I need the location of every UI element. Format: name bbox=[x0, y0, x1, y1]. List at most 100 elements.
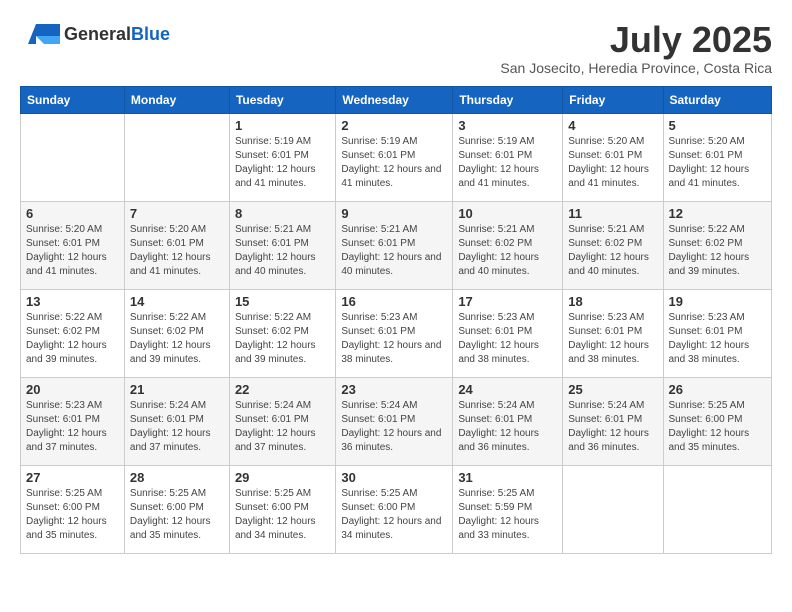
day-number: 28 bbox=[130, 470, 224, 485]
calendar-cell: 9 Sunrise: 5:21 AM Sunset: 6:01 PM Daylig… bbox=[336, 201, 453, 289]
calendar-cell: 7 Sunrise: 5:20 AM Sunset: 6:01 PM Daylig… bbox=[124, 201, 229, 289]
day-info: Sunrise: 5:21 AM Sunset: 6:01 PM Dayligh… bbox=[341, 223, 447, 279]
header-cell-saturday: Saturday bbox=[663, 86, 772, 113]
day-number: 20 bbox=[26, 382, 119, 397]
day-info: Sunrise: 5:23 AM Sunset: 6:01 PM Dayligh… bbox=[669, 311, 767, 367]
calendar-cell: 29 Sunrise: 5:25 AM Sunset: 6:00 PM Dayli… bbox=[229, 465, 335, 553]
day-info: Sunrise: 5:22 AM Sunset: 6:02 PM Dayligh… bbox=[235, 311, 330, 367]
day-number: 1 bbox=[235, 118, 330, 133]
day-number: 30 bbox=[341, 470, 447, 485]
calendar-cell: 24 Sunrise: 5:24 AM Sunset: 6:01 PM Dayli… bbox=[453, 377, 563, 465]
week-row-1: 6Sunrise: 5:20 AM Sunset: 6:01 PM Daylig… bbox=[21, 201, 772, 289]
day-number: 7 bbox=[130, 206, 224, 221]
day-number: 9 bbox=[341, 206, 447, 221]
day-number: 23 bbox=[341, 382, 447, 397]
calendar-table: SundayMondayTuesdayWednesdayThursdayFrid… bbox=[20, 86, 772, 554]
day-info: Sunrise: 5:23 AM Sunset: 6:01 PM Dayligh… bbox=[341, 311, 447, 367]
day-number: 19 bbox=[669, 294, 767, 309]
day-info: Sunrise: 5:24 AM Sunset: 6:01 PM Dayligh… bbox=[235, 399, 330, 455]
header-cell-wednesday: Wednesday bbox=[336, 86, 453, 113]
day-number: 27 bbox=[26, 470, 119, 485]
calendar-cell: 20 Sunrise: 5:23 AM Sunset: 6:01 PM Dayli… bbox=[21, 377, 125, 465]
calendar-cell: 14 Sunrise: 5:22 AM Sunset: 6:02 PM Dayli… bbox=[124, 289, 229, 377]
day-number: 17 bbox=[458, 294, 557, 309]
page-header: GeneralBlue July 2025 San Josecito, Here… bbox=[20, 20, 772, 76]
day-number: 16 bbox=[341, 294, 447, 309]
calendar-cell: 31 Sunrise: 5:25 AM Sunset: 5:59 PM Dayli… bbox=[453, 465, 563, 553]
day-info: Sunrise: 5:19 AM Sunset: 6:01 PM Dayligh… bbox=[458, 135, 557, 191]
title-block: July 2025 San Josecito, Heredia Province… bbox=[500, 20, 772, 76]
day-number: 15 bbox=[235, 294, 330, 309]
day-info: Sunrise: 5:20 AM Sunset: 6:01 PM Dayligh… bbox=[130, 223, 224, 279]
day-info: Sunrise: 5:25 AM Sunset: 5:59 PM Dayligh… bbox=[458, 487, 557, 543]
day-number: 8 bbox=[235, 206, 330, 221]
calendar-cell bbox=[21, 113, 125, 201]
calendar-cell: 12Sunrise: 5:22 AM Sunset: 6:02 PM Dayli… bbox=[663, 201, 772, 289]
day-info: Sunrise: 5:20 AM Sunset: 6:01 PM Dayligh… bbox=[669, 135, 767, 191]
day-info: Sunrise: 5:23 AM Sunset: 6:01 PM Dayligh… bbox=[568, 311, 657, 367]
day-number: 31 bbox=[458, 470, 557, 485]
day-info: Sunrise: 5:19 AM Sunset: 6:01 PM Dayligh… bbox=[341, 135, 447, 191]
header-cell-friday: Friday bbox=[563, 86, 663, 113]
calendar-cell: 25 Sunrise: 5:24 AM Sunset: 6:01 PM Dayli… bbox=[563, 377, 663, 465]
day-info: Sunrise: 5:21 AM Sunset: 6:02 PM Dayligh… bbox=[458, 223, 557, 279]
calendar-cell: 5 Sunrise: 5:20 AM Sunset: 6:01 PM Daylig… bbox=[663, 113, 772, 201]
day-info: Sunrise: 5:22 AM Sunset: 6:02 PM Dayligh… bbox=[130, 311, 224, 367]
day-number: 12 bbox=[669, 206, 767, 221]
day-info: Sunrise: 5:25 AM Sunset: 6:00 PM Dayligh… bbox=[130, 487, 224, 543]
day-info: Sunrise: 5:21 AM Sunset: 6:01 PM Dayligh… bbox=[235, 223, 330, 279]
day-number: 25 bbox=[568, 382, 657, 397]
day-number: 29 bbox=[235, 470, 330, 485]
day-info: Sunrise: 5:25 AM Sunset: 6:00 PM Dayligh… bbox=[235, 487, 330, 543]
day-info: Sunrise: 5:22 AM Sunset: 6:02 PM Dayligh… bbox=[26, 311, 119, 367]
day-number: 24 bbox=[458, 382, 557, 397]
calendar-body: 1 Sunrise: 5:19 AM Sunset: 6:01 PM Daylig… bbox=[21, 113, 772, 553]
day-info: Sunrise: 5:19 AM Sunset: 6:01 PM Dayligh… bbox=[235, 135, 330, 191]
calendar-cell: 2Sunrise: 5:19 AM Sunset: 6:01 PM Daylig… bbox=[336, 113, 453, 201]
day-info: Sunrise: 5:24 AM Sunset: 6:01 PM Dayligh… bbox=[341, 399, 447, 455]
calendar-cell: 13 Sunrise: 5:22 AM Sunset: 6:02 PM Dayli… bbox=[21, 289, 125, 377]
calendar-cell: 21Sunrise: 5:24 AM Sunset: 6:01 PM Dayli… bbox=[124, 377, 229, 465]
day-number: 5 bbox=[669, 118, 767, 133]
header-cell-sunday: Sunday bbox=[21, 86, 125, 113]
day-number: 22 bbox=[235, 382, 330, 397]
calendar-cell bbox=[663, 465, 772, 553]
day-info: Sunrise: 5:24 AM Sunset: 6:01 PM Dayligh… bbox=[130, 399, 224, 455]
day-info: Sunrise: 5:25 AM Sunset: 6:00 PM Dayligh… bbox=[26, 487, 119, 543]
day-info: Sunrise: 5:21 AM Sunset: 6:02 PM Dayligh… bbox=[568, 223, 657, 279]
calendar-cell: 26 Sunrise: 5:25 AM Sunset: 6:00 PM Dayli… bbox=[663, 377, 772, 465]
day-number: 3 bbox=[458, 118, 557, 133]
calendar-cell: 8 Sunrise: 5:21 AM Sunset: 6:01 PM Daylig… bbox=[229, 201, 335, 289]
logo-general: General bbox=[64, 24, 131, 44]
day-info: Sunrise: 5:23 AM Sunset: 6:01 PM Dayligh… bbox=[26, 399, 119, 455]
day-info: Sunrise: 5:23 AM Sunset: 6:01 PM Dayligh… bbox=[458, 311, 557, 367]
calendar-cell: 18 Sunrise: 5:23 AM Sunset: 6:01 PM Dayli… bbox=[563, 289, 663, 377]
day-info: Sunrise: 5:24 AM Sunset: 6:01 PM Dayligh… bbox=[458, 399, 557, 455]
day-number: 13 bbox=[26, 294, 119, 309]
calendar-cell bbox=[124, 113, 229, 201]
day-number: 18 bbox=[568, 294, 657, 309]
week-row-3: 20 Sunrise: 5:23 AM Sunset: 6:01 PM Dayli… bbox=[21, 377, 772, 465]
calendar-cell: 1 Sunrise: 5:19 AM Sunset: 6:01 PM Daylig… bbox=[229, 113, 335, 201]
month-title: July 2025 bbox=[500, 20, 772, 60]
calendar-cell: 30 Sunrise: 5:25 AM Sunset: 6:00 PM Dayli… bbox=[336, 465, 453, 553]
logo-icon bbox=[20, 20, 60, 48]
calendar-cell: 11Sunrise: 5:21 AM Sunset: 6:02 PM Dayli… bbox=[563, 201, 663, 289]
calendar-cell: 28 Sunrise: 5:25 AM Sunset: 6:00 PM Dayli… bbox=[124, 465, 229, 553]
day-number: 14 bbox=[130, 294, 224, 309]
week-row-2: 13 Sunrise: 5:22 AM Sunset: 6:02 PM Dayli… bbox=[21, 289, 772, 377]
calendar-cell: 19 Sunrise: 5:23 AM Sunset: 6:01 PM Dayli… bbox=[663, 289, 772, 377]
day-info: Sunrise: 5:24 AM Sunset: 6:01 PM Dayligh… bbox=[568, 399, 657, 455]
calendar-cell: 17 Sunrise: 5:23 AM Sunset: 6:01 PM Dayli… bbox=[453, 289, 563, 377]
day-number: 10 bbox=[458, 206, 557, 221]
calendar-cell: 22 Sunrise: 5:24 AM Sunset: 6:01 PM Dayli… bbox=[229, 377, 335, 465]
header-cell-thursday: Thursday bbox=[453, 86, 563, 113]
day-number: 26 bbox=[669, 382, 767, 397]
day-info: Sunrise: 5:25 AM Sunset: 6:00 PM Dayligh… bbox=[669, 399, 767, 455]
day-info: Sunrise: 5:25 AM Sunset: 6:00 PM Dayligh… bbox=[341, 487, 447, 543]
calendar-cell: 16 Sunrise: 5:23 AM Sunset: 6:01 PM Dayli… bbox=[336, 289, 453, 377]
header-row: SundayMondayTuesdayWednesdayThursdayFrid… bbox=[21, 86, 772, 113]
week-row-4: 27 Sunrise: 5:25 AM Sunset: 6:00 PM Dayli… bbox=[21, 465, 772, 553]
calendar-cell: 27 Sunrise: 5:25 AM Sunset: 6:00 PM Dayli… bbox=[21, 465, 125, 553]
calendar-cell: 10 Sunrise: 5:21 AM Sunset: 6:02 PM Dayli… bbox=[453, 201, 563, 289]
